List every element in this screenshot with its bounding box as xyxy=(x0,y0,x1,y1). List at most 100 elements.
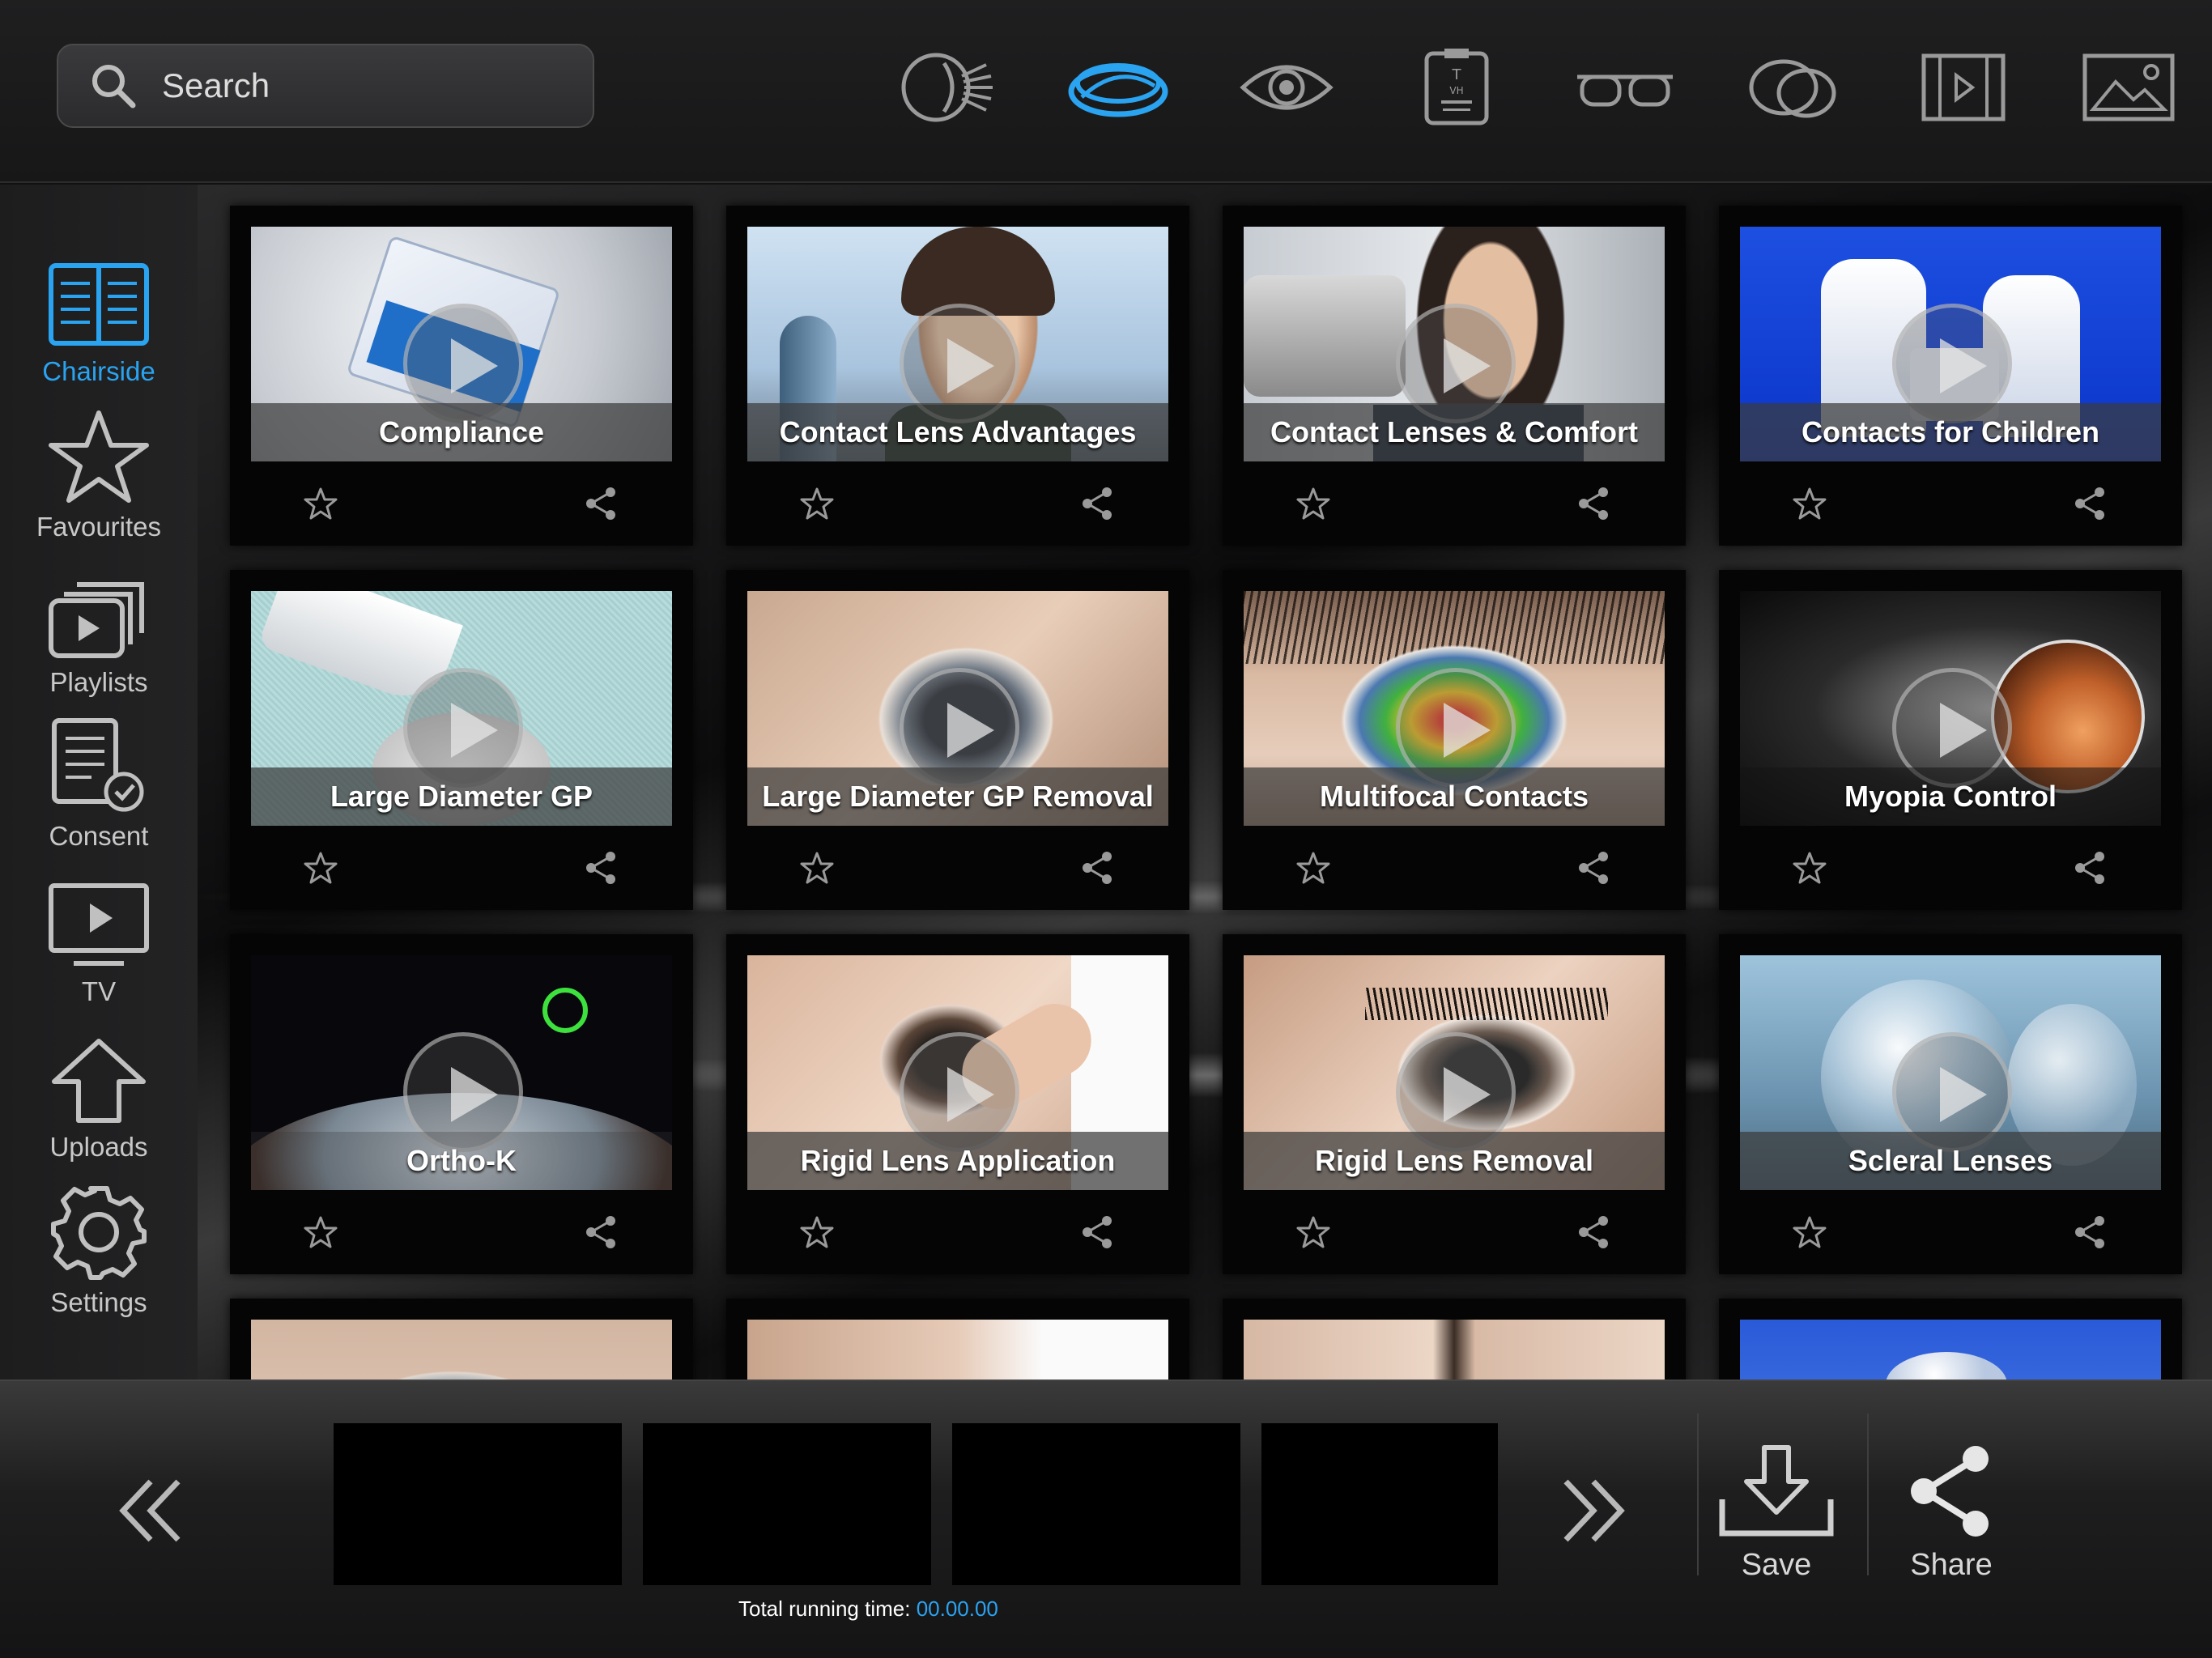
star-icon[interactable] xyxy=(1792,850,1827,886)
star-icon[interactable] xyxy=(303,1214,338,1250)
video-card[interactable] xyxy=(726,1299,1189,1380)
share-button[interactable]: Share xyxy=(1878,1443,2024,1588)
star-icon xyxy=(49,410,149,503)
divider xyxy=(1697,1414,1699,1575)
video-thumbnail[interactable]: Ortho-K xyxy=(251,955,672,1190)
video-thumbnail[interactable]: Multifocal Contacts xyxy=(1244,591,1665,826)
share-icon[interactable] xyxy=(1079,486,1115,521)
video-thumbnail[interactable]: Contact Lenses & Comfort xyxy=(1244,227,1665,461)
star-icon[interactable] xyxy=(799,486,835,521)
running-time: Total running time: 00.00.00 xyxy=(738,1596,998,1622)
video-thumbnail[interactable]: Myopia Control xyxy=(1740,591,2161,826)
video-title: Rigid Lens Application xyxy=(747,1132,1168,1190)
share-label: Share xyxy=(1910,1548,1993,1582)
playlist-slot[interactable] xyxy=(952,1423,1240,1585)
star-icon[interactable] xyxy=(1295,1214,1331,1250)
video-thumbnail[interactable]: Scleral Lenses xyxy=(1740,955,2161,1190)
video-title: Large Diameter GP xyxy=(251,767,672,826)
video-icon[interactable] xyxy=(1911,39,2016,136)
eye-light-icon[interactable] xyxy=(895,39,1001,136)
video-card[interactable]: Compliance xyxy=(230,206,693,546)
video-card[interactable]: Contacts for Children xyxy=(1719,206,2182,546)
next-button[interactable] xyxy=(1545,1462,1642,1559)
video-card[interactable]: Ortho-K xyxy=(230,934,693,1274)
share-icon[interactable] xyxy=(2072,1214,2108,1250)
video-card[interactable]: Scleral Lenses xyxy=(1719,934,2182,1274)
svg-text:VH: VH xyxy=(1449,85,1463,96)
contact-lens-icon[interactable] xyxy=(1066,39,1171,136)
sidebar-item-label: Settings xyxy=(50,1287,147,1317)
svg-text:T: T xyxy=(1452,66,1462,83)
share-icon[interactable] xyxy=(1576,1214,1611,1250)
share-icon[interactable] xyxy=(1079,850,1115,886)
video-title: Myopia Control xyxy=(1740,767,2161,826)
sidebar-item-chairside[interactable]: Chairside xyxy=(0,233,198,387)
star-icon[interactable] xyxy=(799,1214,835,1250)
top-bar: T VH xyxy=(0,0,2212,183)
video-card[interactable]: Rigid Lens Removal xyxy=(1223,934,1686,1274)
eye-icon[interactable] xyxy=(1234,39,1339,136)
glasses-icon[interactable] xyxy=(1572,39,1678,136)
video-title: Large Diameter GP Removal xyxy=(747,767,1168,826)
tv-icon xyxy=(49,883,149,966)
video-thumbnail[interactable]: Large Diameter GP xyxy=(251,591,672,826)
search-input[interactable] xyxy=(162,66,551,105)
video-title: Ortho-K xyxy=(251,1132,672,1190)
share-icon[interactable] xyxy=(1576,850,1611,886)
image-icon[interactable] xyxy=(2076,39,2181,136)
previous-button[interactable] xyxy=(102,1462,199,1559)
share-icon[interactable] xyxy=(1576,486,1611,521)
double-chevron-left-icon xyxy=(119,1479,181,1542)
video-thumbnail[interactable] xyxy=(251,1320,672,1380)
video-card[interactable]: Contact Lenses & Comfort xyxy=(1223,206,1686,546)
star-icon[interactable] xyxy=(303,850,338,886)
sidebar-item-favourites[interactable]: Favourites xyxy=(0,389,198,542)
share-icon[interactable] xyxy=(2072,850,2108,886)
video-card[interactable] xyxy=(1223,1299,1686,1380)
share-icon[interactable] xyxy=(2072,486,2108,521)
video-card[interactable]: Large Diameter GP xyxy=(230,570,693,910)
star-icon[interactable] xyxy=(1295,850,1331,886)
video-thumbnail[interactable]: Large Diameter GP Removal xyxy=(747,591,1168,826)
share-icon[interactable] xyxy=(583,850,619,886)
eye-chart-icon[interactable]: T VH xyxy=(1404,39,1509,136)
video-thumbnail[interactable] xyxy=(1244,1320,1665,1380)
star-icon[interactable] xyxy=(1792,1214,1827,1250)
video-card[interactable]: Rigid Lens Application xyxy=(726,934,1189,1274)
video-thumbnail[interactable]: Compliance xyxy=(251,227,672,461)
video-thumbnail[interactable]: Rigid Lens Removal xyxy=(1244,955,1665,1190)
video-card[interactable]: Myopia Control xyxy=(1719,570,2182,910)
video-thumbnail[interactable]: Rigid Lens Application xyxy=(747,955,1168,1190)
sidebar-item-label: Playlists xyxy=(49,667,148,697)
video-thumbnail[interactable] xyxy=(1740,1320,2161,1380)
book-icon xyxy=(49,263,149,346)
sidebar-item-tv[interactable]: TV xyxy=(0,853,198,1007)
playlist-slot[interactable] xyxy=(334,1423,622,1585)
sidebar-item-consent[interactable]: Consent xyxy=(0,698,198,852)
video-thumbnail[interactable]: Contact Lens Advantages xyxy=(747,227,1168,461)
sidebar-item-uploads[interactable]: Uploads xyxy=(0,1009,198,1163)
video-card[interactable] xyxy=(230,1299,693,1380)
star-icon[interactable] xyxy=(303,486,338,521)
playlist-slot[interactable] xyxy=(1261,1423,1498,1585)
video-thumbnail[interactable]: Contacts for Children xyxy=(1740,227,2161,461)
share-icon[interactable] xyxy=(583,486,619,521)
save-label: Save xyxy=(1741,1548,1812,1582)
star-icon[interactable] xyxy=(1295,486,1331,521)
video-card[interactable]: Large Diameter GP Removal xyxy=(726,570,1189,910)
share-icon[interactable] xyxy=(583,1214,619,1250)
video-title: Contact Lens Advantages xyxy=(747,403,1168,461)
video-card[interactable] xyxy=(1719,1299,2182,1380)
video-card[interactable]: Contact Lens Advantages xyxy=(726,206,1189,546)
playlist-slot[interactable] xyxy=(643,1423,931,1585)
star-icon[interactable] xyxy=(1792,486,1827,521)
video-card[interactable]: Multifocal Contacts xyxy=(1223,570,1686,910)
search-box[interactable] xyxy=(57,44,594,128)
video-thumbnail[interactable] xyxy=(747,1320,1168,1380)
sidebar-item-playlists[interactable]: Playlists xyxy=(0,544,198,698)
save-button[interactable]: Save xyxy=(1704,1443,1849,1588)
lenses-icon[interactable] xyxy=(1741,39,1846,136)
star-icon[interactable] xyxy=(799,850,835,886)
sidebar-item-settings[interactable]: Settings xyxy=(0,1164,198,1318)
share-icon[interactable] xyxy=(1079,1214,1115,1250)
